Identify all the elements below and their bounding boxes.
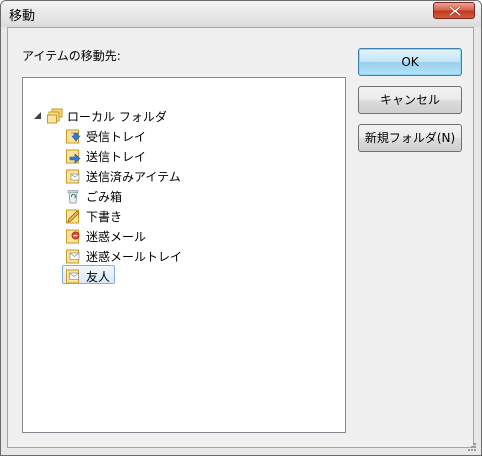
tree-item-label: 迷惑メール	[86, 230, 147, 244]
tree-item-junk-mail[interactable]: 迷惑メール	[23, 226, 343, 246]
tree-item-label: 送信済みアイテム	[86, 170, 181, 184]
folder-tree[interactable]: ローカル フォルダ 受信トレイ 送信トレイ 送信済みアイテム ごみ箱 下書き 迷…	[22, 77, 346, 433]
tree-item-label: 下書き	[86, 210, 123, 224]
drafts-icon	[66, 209, 80, 224]
close-icon	[449, 6, 461, 16]
tree-item-local-folders[interactable]: ローカル フォルダ	[23, 106, 343, 126]
junk-mail-icon	[66, 229, 80, 244]
dialog-body: アイテムの移動先: ローカル フォルダ 受信トレイ 送信トレイ 送信済みアイテム…	[7, 27, 474, 448]
destination-label: アイテムの移動先:	[22, 49, 121, 63]
cancel-button[interactable]: キャンセル	[358, 86, 462, 114]
tree-item-junk-mail-tray[interactable]: 迷惑メールトレイ	[23, 246, 343, 266]
tree-item-label: 送信トレイ	[86, 150, 147, 164]
local-folders-icon	[47, 108, 63, 124]
move-dialog: 移動 アイテムの移動先: ローカル フォルダ 受信トレイ 送信トレイ 送信済みア…	[0, 0, 482, 456]
outbox-icon	[66, 149, 81, 164]
tree-item-friends[interactable]: 友人	[23, 266, 343, 286]
sent-items-icon	[66, 169, 80, 184]
ok-button[interactable]: OK	[358, 48, 462, 76]
junk-mail-tray-icon	[66, 249, 80, 264]
tree-item-outbox[interactable]: 送信トレイ	[23, 146, 343, 166]
tree-item-label: ごみ箱	[86, 190, 123, 204]
tree-item-trash[interactable]: ごみ箱	[23, 186, 343, 206]
tree-item-drafts[interactable]: 下書き	[23, 206, 343, 226]
tree-item-inbox[interactable]: 受信トレイ	[23, 126, 343, 146]
title-bar[interactable]: 移動	[1, 1, 481, 27]
tree-item-label: 迷惑メールトレイ	[86, 250, 183, 264]
inbox-icon	[66, 129, 81, 144]
expand-arrow-icon[interactable]	[34, 112, 41, 119]
trash-icon	[67, 190, 79, 204]
tree-item-label: ローカル フォルダ	[67, 110, 167, 124]
tree-item-sent-items[interactable]: 送信済みアイテム	[23, 166, 343, 186]
custom-folder-icon	[66, 269, 79, 284]
tree-item-label: 受信トレイ	[86, 130, 147, 144]
new-folder-button[interactable]: 新規フォルダ(N)	[358, 124, 462, 152]
dialog-title: 移動	[9, 9, 36, 24]
resize-grip-icon[interactable]	[467, 442, 477, 452]
close-button[interactable]	[433, 2, 475, 19]
tree-item-label: 友人	[86, 270, 111, 284]
